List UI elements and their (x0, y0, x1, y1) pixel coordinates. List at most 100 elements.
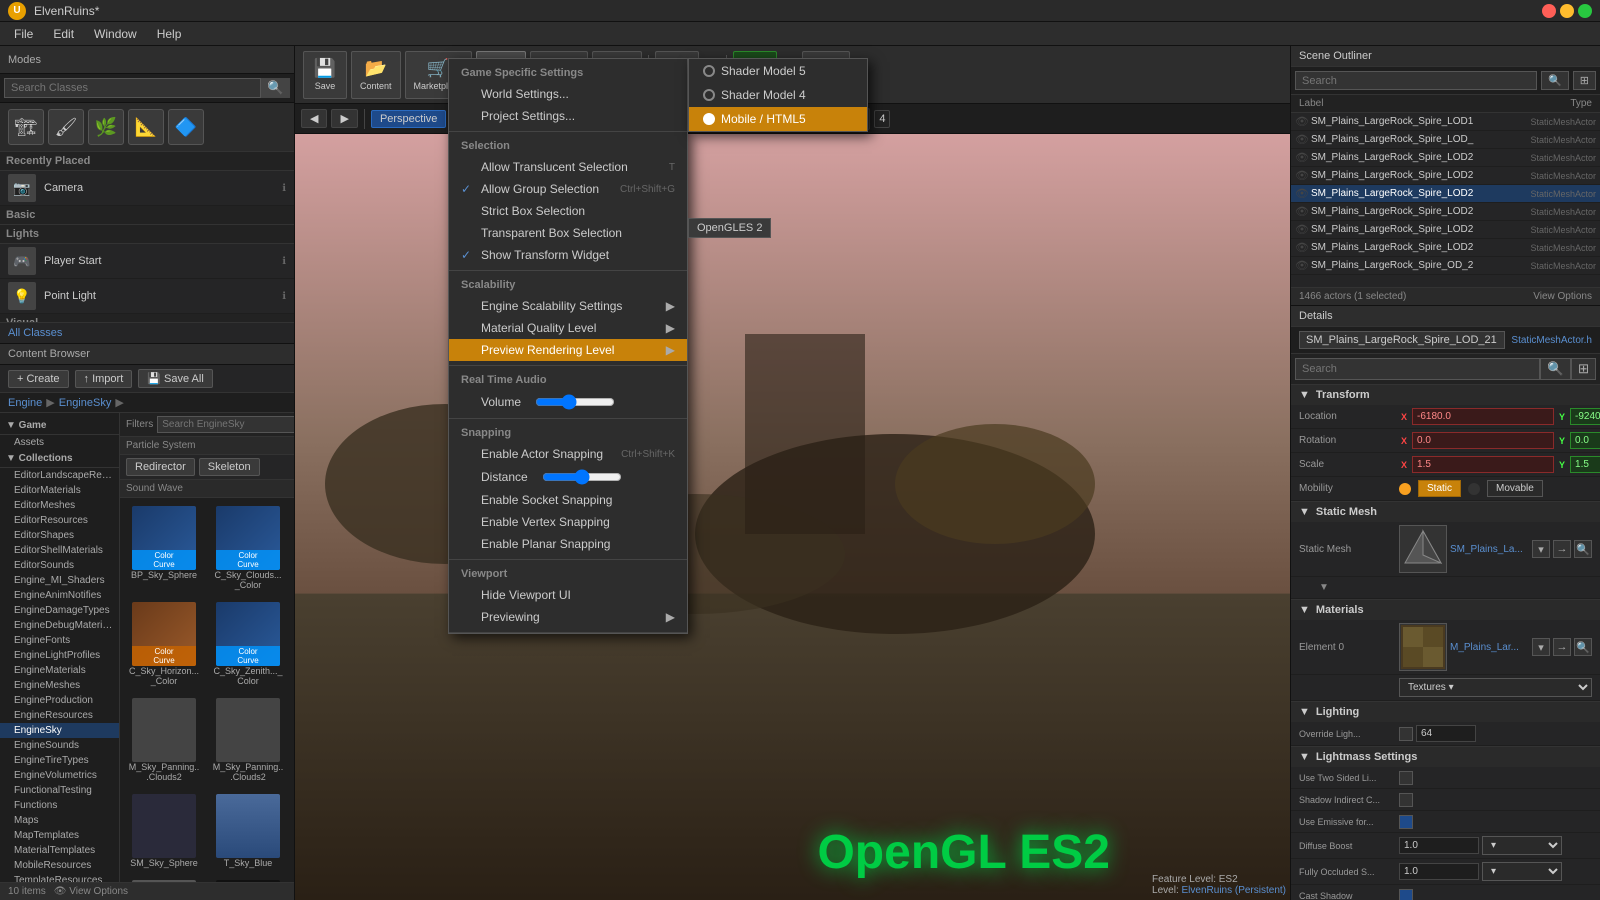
search-button[interactable]: 🔍 (261, 78, 290, 98)
so-row[interactable]: 👁 SM_Plains_LargeRock_Spire_LOD2 StaticM… (1291, 239, 1600, 257)
tree-item-assets[interactable]: Assets (0, 435, 119, 450)
so-row[interactable]: 👁 SM_Plains_LargeRock_Spire_OD_2 StaticM… (1291, 257, 1600, 275)
asset-item[interactable]: M_Sky_Panning...Clouds2 (208, 694, 288, 786)
placement-mode-btn-place[interactable]: 🏗 (8, 109, 44, 145)
perspective-button[interactable]: Perspective (371, 110, 446, 128)
list-item[interactable]: 💡 Point Light ℹ (0, 279, 294, 314)
hide-viewport-ui-item[interactable]: Hide Viewport UI (449, 584, 687, 606)
tree-item[interactable]: EditorSounds (0, 558, 119, 573)
two-sided-checkbox[interactable] (1399, 771, 1413, 785)
maximize-button[interactable] (1578, 4, 1592, 18)
tree-item[interactable]: EngineProduction (0, 693, 119, 708)
tree-item[interactable]: EngineVolumetrics (0, 768, 119, 783)
menu-edit[interactable]: Edit (43, 25, 84, 43)
transform-section-header[interactable]: ▼ Transform (1291, 385, 1600, 405)
asset-item[interactable]: M_Sky_Panning...Clouds2 (124, 694, 204, 786)
enable-actor-snap-item[interactable]: Enable Actor Snapping Ctrl+Shift+K (449, 443, 687, 465)
rotation-x-input[interactable] (1412, 432, 1554, 449)
minimize-button[interactable] (1560, 4, 1574, 18)
material-quality-item[interactable]: Material Quality Level ▶ (449, 317, 687, 339)
tree-item[interactable]: MobileResources (0, 858, 119, 873)
content-toolbar-button[interactable]: 📂 Content (351, 51, 401, 99)
mesh-search-button[interactable]: 🔍 (1574, 540, 1592, 558)
override-light-checkbox[interactable] (1399, 727, 1413, 741)
menu-help[interactable]: Help (147, 25, 192, 43)
mobile-html5-item[interactable]: Mobile / HTML5 (689, 107, 867, 131)
shader-model5-item[interactable]: Shader Model 5 (689, 59, 867, 83)
world-settings-item[interactable]: World Settings... (449, 83, 687, 105)
static-mesh-header[interactable]: ▼ Static Mesh (1291, 502, 1600, 522)
tree-item[interactable]: Maps (0, 813, 119, 828)
search-classes-input[interactable] (4, 78, 261, 98)
tree-item[interactable]: EditorMeshes (0, 498, 119, 513)
placement-mode-btn-geometry[interactable]: 📐 (128, 109, 164, 145)
tree-item[interactable]: EditorMaterials (0, 483, 119, 498)
textures-dropdown[interactable]: Textures ▾ (1399, 678, 1592, 697)
enable-planar-snap-item[interactable]: Enable Planar Snapping (449, 533, 687, 555)
view-options-link[interactable]: 👁 View Options (54, 886, 128, 897)
details-search-input[interactable] (1295, 358, 1540, 380)
menu-file[interactable]: File (4, 25, 43, 43)
tree-item[interactable]: TemplateResources (0, 873, 119, 882)
path-enginesky[interactable]: EngineSky (59, 397, 112, 409)
mat-search-button[interactable]: 🔍 (1574, 638, 1592, 656)
diffuse-boost-input[interactable] (1399, 837, 1479, 854)
tree-item[interactable]: EngineDebugMateria... (0, 618, 119, 633)
mesh-goto-button[interactable]: → (1553, 540, 1571, 558)
materials-header[interactable]: ▼ Materials (1291, 600, 1600, 620)
mesh-expand-row[interactable]: ▼ (1291, 577, 1600, 599)
path-engine[interactable]: Engine (8, 397, 42, 409)
menu-window[interactable]: Window (84, 25, 147, 43)
show-transform-item[interactable]: ✓ Show Transform Widget (449, 244, 687, 266)
undo-button[interactable]: ◀ (301, 109, 327, 128)
enable-socket-snap-item[interactable]: Enable Socket Snapping (449, 489, 687, 511)
so-row[interactable]: 👁 SM_Plains_LargeRock_Spire_LOD_ StaticM… (1291, 131, 1600, 149)
placement-mode-btn-foliage[interactable]: 🌿 (88, 109, 124, 145)
tree-item[interactable]: MaterialTemplates (0, 843, 119, 858)
location-y-input[interactable] (1570, 408, 1600, 425)
close-button[interactable] (1542, 4, 1556, 18)
viewport[interactable]: OpenGL ES2 Feature Level: ES2 Level: Elv… (295, 134, 1290, 900)
all-classes-link[interactable]: All Classes (0, 322, 294, 343)
det-grid-button[interactable]: ⊞ (1571, 358, 1596, 380)
enable-vertex-snap-item[interactable]: Enable Vertex Snapping (449, 511, 687, 533)
list-item[interactable]: 📷 Camera ℹ (0, 171, 294, 206)
shadow-indirect-checkbox[interactable] (1399, 793, 1413, 807)
lighting-header[interactable]: ▼ Lighting (1291, 702, 1600, 722)
strict-box-item[interactable]: Strict Box Selection (449, 200, 687, 222)
import-button[interactable]: ↑ Import (75, 370, 133, 388)
asset-item[interactable]: SM_Sky_Sphere (124, 790, 204, 872)
asset-item[interactable]: ColorCurve BP_Sky_Sphere (124, 502, 204, 594)
rotation-y-input[interactable] (1570, 432, 1600, 449)
so-row[interactable]: 👁 SM_Plains_LargeRock_Spire_LOD2 StaticM… (1291, 167, 1600, 185)
so-row[interactable]: 👁 SM_Plains_LargeRock_Spire_LOD2 StaticM… (1291, 221, 1600, 239)
project-settings-item[interactable]: Project Settings... (449, 105, 687, 127)
fully-occluded-input[interactable] (1399, 863, 1479, 880)
scale-y-input[interactable] (1570, 456, 1600, 473)
preview-rendering-item[interactable]: Preview Rendering Level ▶ (449, 339, 687, 361)
placement-mode-btn-mesh[interactable]: 🔷 (168, 109, 204, 145)
tree-item[interactable]: EditorLandscapeRes... (0, 468, 119, 483)
so-row-selected[interactable]: 👁 SM_Plains_LargeRock_Spire_LOD2 StaticM… (1291, 185, 1600, 203)
tree-item[interactable]: Functions (0, 798, 119, 813)
allow-translucent-item[interactable]: Allow Translucent Selection T (449, 156, 687, 178)
fully-occluded-select[interactable]: ▾ (1482, 862, 1562, 881)
use-emissive-checkbox[interactable] (1399, 815, 1413, 829)
redirector-btn[interactable]: Redirector (126, 458, 195, 476)
shader-model4-item[interactable]: Shader Model 4 (689, 83, 867, 107)
transparent-box-item[interactable]: Transparent Box Selection (449, 222, 687, 244)
tree-item[interactable]: EditorShapes (0, 528, 119, 543)
redo-button[interactable]: ▶ (331, 109, 357, 128)
tree-item[interactable]: FunctionalTesting (0, 783, 119, 798)
asset-item[interactable]: T_Sky_Clouds_M (124, 876, 204, 882)
asset-item[interactable]: T_Sky_Stars (208, 876, 288, 882)
movable-button[interactable]: Movable (1487, 480, 1543, 497)
mesh-browse-button[interactable]: ▾ (1532, 540, 1550, 558)
so-row[interactable]: 👁 SM_Plains_LargeRock_Spire_LOD1 StaticM… (1291, 113, 1600, 131)
asset-item[interactable]: ColorCurve C_Sky_Clouds..._Color (208, 502, 288, 594)
so-view-options[interactable]: View Options (1533, 291, 1592, 302)
selected-actor-name-input[interactable] (1299, 331, 1505, 349)
scene-outliner-search-input[interactable] (1295, 71, 1537, 90)
scale-x-input[interactable] (1412, 456, 1554, 473)
mat-goto-button[interactable]: → (1553, 638, 1571, 656)
